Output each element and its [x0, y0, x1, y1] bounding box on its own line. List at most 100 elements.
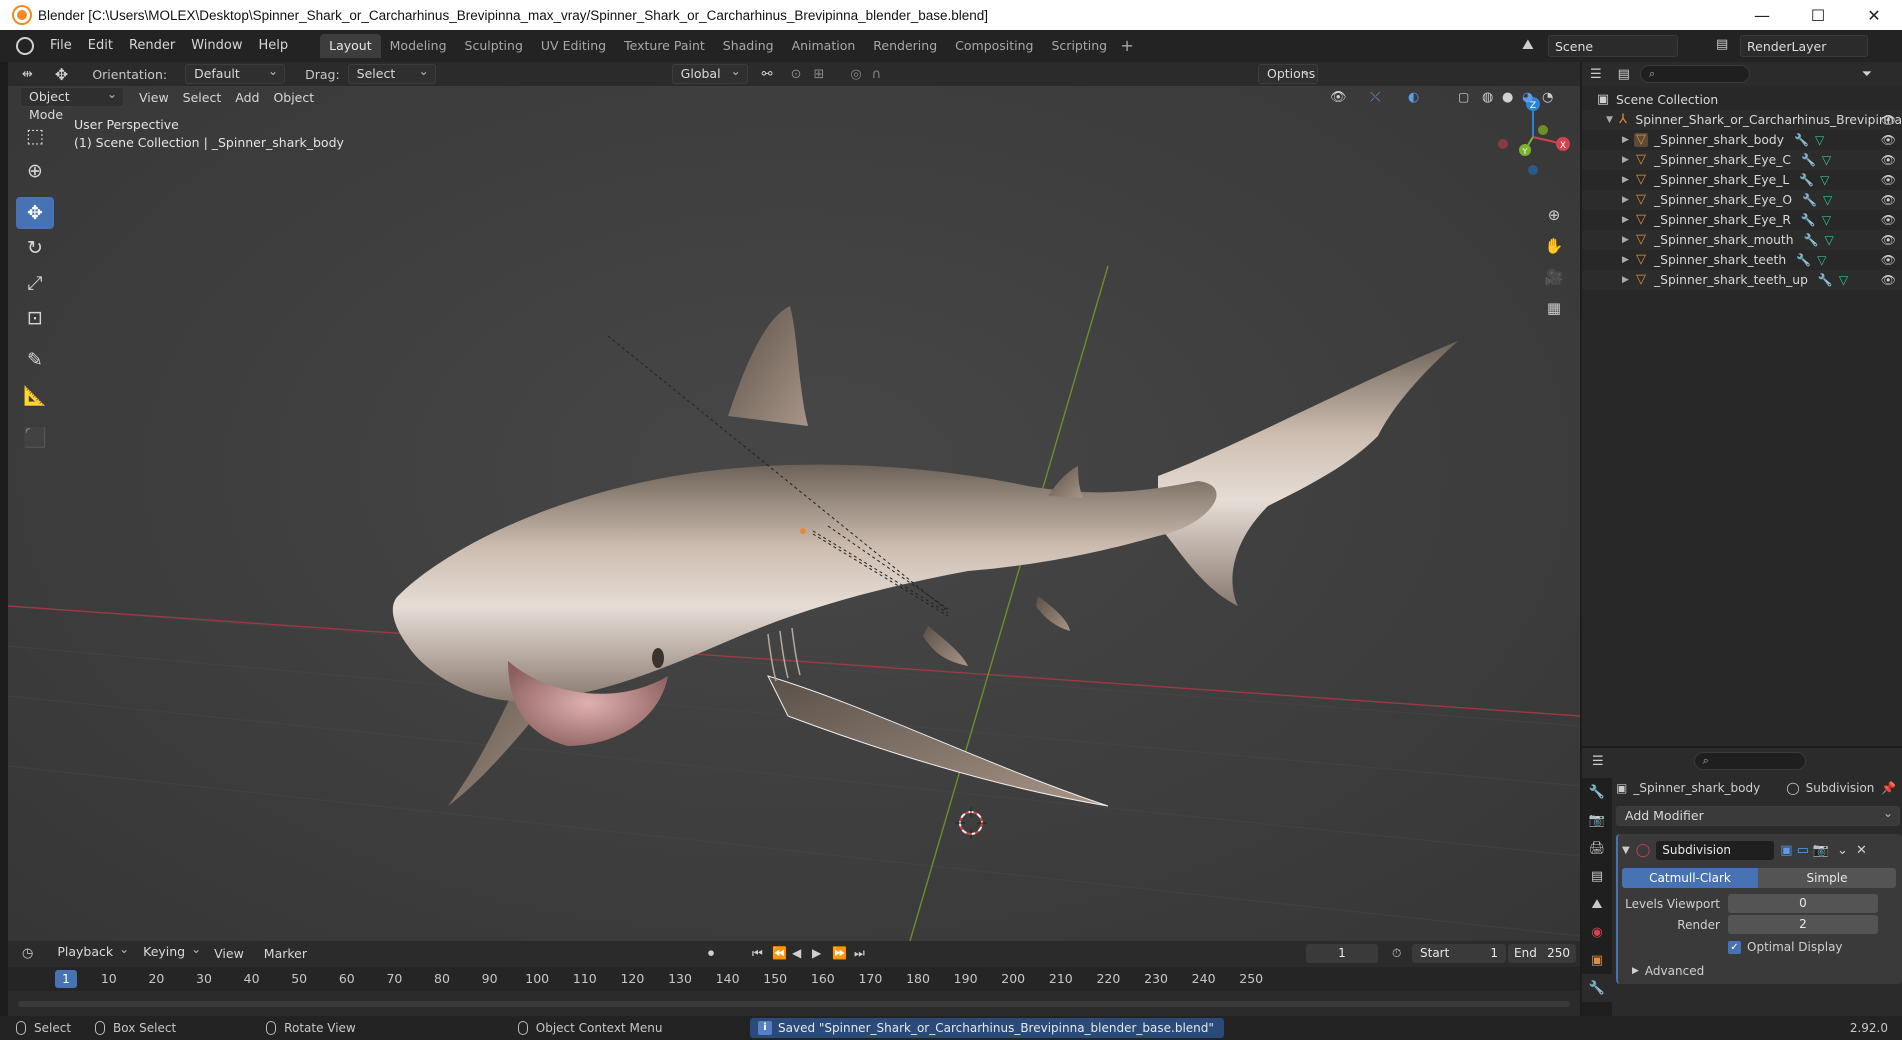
gizmo-toggle-icon[interactable]: ⤬ [1370, 90, 1380, 105]
outliner-object-row[interactable]: ▶ ▽ _Spinner_shark_Eye_O 🔧 ▽ 👁 [1582, 190, 1902, 210]
view-layer-tab-icon[interactable]: ▤ [1582, 862, 1612, 890]
maximize-button[interactable]: ☐ [1790, 0, 1846, 30]
zoom-icon[interactable]: ⊕ [1541, 202, 1567, 228]
render-tab-icon[interactable]: 📷 [1582, 806, 1612, 834]
scene-selector[interactable]: Scene [1548, 35, 1678, 57]
menu-render[interactable]: Render [121, 34, 183, 58]
editor-type-icon[interactable]: ☰ [1590, 67, 1602, 82]
tab-sculpting[interactable]: Sculpting [456, 34, 532, 58]
visibility-eye-icon[interactable]: 👁 [1881, 173, 1896, 187]
next-keyframe-icon[interactable]: ⏩ [832, 946, 847, 960]
optimal-display-checkbox[interactable]: ✓ [1728, 940, 1741, 954]
falloff-icon[interactable]: ∩ [872, 67, 882, 82]
expand-arrow-icon[interactable]: ▶ [1622, 255, 1634, 265]
scene-icon[interactable]: ⛰ [1522, 37, 1534, 53]
prev-keyframe-icon[interactable]: ⏪ [772, 946, 787, 960]
catmull-clark-button[interactable]: Catmull-Clark [1622, 868, 1758, 888]
transform-tool-icon[interactable]: ⊡ [16, 302, 54, 334]
tool-tab-icon[interactable]: 🔧 [1582, 778, 1612, 806]
modifier-wrench-icon[interactable]: 🔧 [1801, 213, 1816, 227]
modifier-wrench-icon[interactable]: 🔧 [1799, 173, 1814, 187]
outliner-object-row[interactable]: ▶ ▽ _Spinner_shark_body 🔧 ▽ 👁 [1582, 130, 1902, 150]
modifier-wrench-icon[interactable]: 🔧 [1818, 273, 1833, 287]
visibility-eye-icon[interactable]: 👁 [1881, 233, 1896, 247]
mesh-data-icon[interactable]: ▽ [1822, 213, 1831, 227]
menu-edit[interactable]: Edit [80, 34, 121, 58]
drag-dropdown[interactable]: Select Box [347, 62, 436, 99]
mesh-data-icon[interactable]: ▽ [1815, 133, 1824, 147]
expand-arrow-icon[interactable]: ▶ [1622, 215, 1634, 225]
menu-add[interactable]: Add [228, 90, 266, 105]
end-frame-field[interactable]: End 250 [1508, 943, 1576, 963]
options-dropdown[interactable]: Options [1258, 62, 1318, 84]
tab-shading[interactable]: Shading [714, 34, 783, 58]
outliner-object-row[interactable]: ▶ ▽ _Spinner_shark_teeth 🔧 ▽ 👁 [1582, 250, 1902, 270]
outliner-object-row[interactable]: ▶ ▽ _Spinner_shark_mouth 🔧 ▽ 👁 [1582, 230, 1902, 250]
cursor-tool-icon[interactable]: ⊕ [16, 155, 54, 187]
tab-texture-paint[interactable]: Texture Paint [615, 34, 714, 58]
transform-space-dropdown[interactable]: Global [671, 62, 748, 84]
tab-uv-editing[interactable]: UV Editing [532, 34, 615, 58]
add-modifier-dropdown[interactable]: Add Modifier [1616, 804, 1900, 826]
outliner-object-row[interactable]: ▶ ▽ _Spinner_shark_Eye_C 🔧 ▽ 👁 [1582, 150, 1902, 170]
menu-view[interactable]: View [132, 90, 176, 105]
close-window-button[interactable]: ✕ [1846, 0, 1902, 30]
visibility-eye-icon[interactable]: 👁 [1881, 193, 1896, 207]
expand-arrow-icon[interactable]: ▶ [1622, 235, 1634, 245]
menu-file[interactable]: File [42, 34, 80, 58]
record-button-icon[interactable]: ⏺ [708, 946, 714, 961]
pin-icon[interactable]: 📌 [1881, 781, 1896, 795]
visibility-eye-icon[interactable]: 👁 [1881, 273, 1896, 287]
scale-tool-icon[interactable]: ⤢ [16, 267, 54, 299]
output-tab-icon[interactable]: 🖨 [1582, 834, 1612, 862]
menu-window[interactable]: Window [183, 34, 250, 58]
expand-arrow-icon[interactable]: ▶ [1622, 155, 1634, 165]
measure-tool-icon[interactable]: 📐 [16, 379, 54, 411]
visibility-eye-icon[interactable]: 👁 [1881, 213, 1896, 227]
mesh-data-icon[interactable]: ▽ [1824, 233, 1833, 247]
render-shading-icon[interactable]: ◔ [1542, 90, 1553, 105]
edit-mode-toggle-icon[interactable]: ▣ [1780, 843, 1792, 858]
mesh-data-icon[interactable]: ▽ [1820, 173, 1829, 187]
visibility-eye-icon[interactable]: 👁 [1881, 253, 1896, 267]
jump-start-icon[interactable]: ⏮ [752, 946, 763, 961]
timeline-view-menu[interactable]: View [207, 946, 251, 961]
overlay-toggle-icon[interactable]: ◐ [1408, 90, 1419, 105]
outliner-object-row[interactable]: ▶ ▽ _Spinner_shark_Eye_L 🔧 ▽ 👁 [1582, 170, 1902, 190]
menu-help[interactable]: Help [251, 34, 297, 58]
proportional-edit-icon[interactable]: ◎ [850, 67, 861, 82]
orientation-dropdown[interactable]: Default [185, 62, 286, 84]
expand-arrow-icon[interactable]: ▶ [1622, 175, 1634, 185]
play-reverse-icon[interactable]: ◀ [792, 946, 801, 960]
camera-view-icon[interactable]: 🎥 [1541, 264, 1567, 290]
visibility-eye-icon[interactable]: 👁 [1881, 113, 1896, 127]
blender-menu-icon[interactable] [16, 37, 34, 55]
timeline-editor-icon[interactable]: ◷ [22, 946, 33, 961]
modifier-tab-icon[interactable]: 🔧 [1582, 974, 1612, 1002]
tab-rendering[interactable]: Rendering [864, 34, 946, 58]
jump-end-icon[interactable]: ⏭ [854, 946, 865, 961]
add-workspace-button[interactable]: + [1116, 34, 1138, 58]
timeline-scrollbar[interactable] [18, 1001, 1570, 1007]
visibility-eye-icon[interactable]: 👁 [1881, 153, 1896, 167]
object-mode-dropdown[interactable]: Object Mode [20, 85, 124, 122]
visibility-icon[interactable]: 👁 [1330, 90, 1347, 105]
advanced-section[interactable]: ▶ Advanced [1622, 964, 1898, 978]
current-frame-field[interactable]: 1 [1306, 943, 1378, 963]
modifier-wrench-icon[interactable]: 🔧 [1801, 153, 1816, 167]
modifier-wrench-icon[interactable]: 🔧 [1794, 133, 1809, 147]
mesh-data-icon[interactable]: ▽ [1823, 193, 1832, 207]
properties-search-input[interactable]: ⌕ [1693, 752, 1806, 770]
pivot-icon[interactable]: ⚯ [762, 67, 773, 82]
timeline-marker-menu[interactable]: Marker [257, 946, 314, 961]
tab-modeling[interactable]: Modeling [381, 34, 456, 58]
tool-icon[interactable]: ⇹ [22, 67, 33, 82]
keying-dropdown[interactable]: Keying [135, 940, 207, 963]
select-box-tool-icon[interactable]: ⬚ [16, 120, 54, 152]
mesh-data-icon[interactable]: ▽ [1839, 273, 1848, 287]
viewport-toggle-icon[interactable]: ▭ [1797, 843, 1809, 858]
collapse-arrow-icon[interactable]: ▼ [1622, 845, 1630, 856]
playback-dropdown[interactable]: Playback [49, 940, 135, 963]
minimize-button[interactable]: — [1734, 0, 1790, 30]
render-toggle-icon[interactable]: 📷 [1813, 843, 1829, 858]
